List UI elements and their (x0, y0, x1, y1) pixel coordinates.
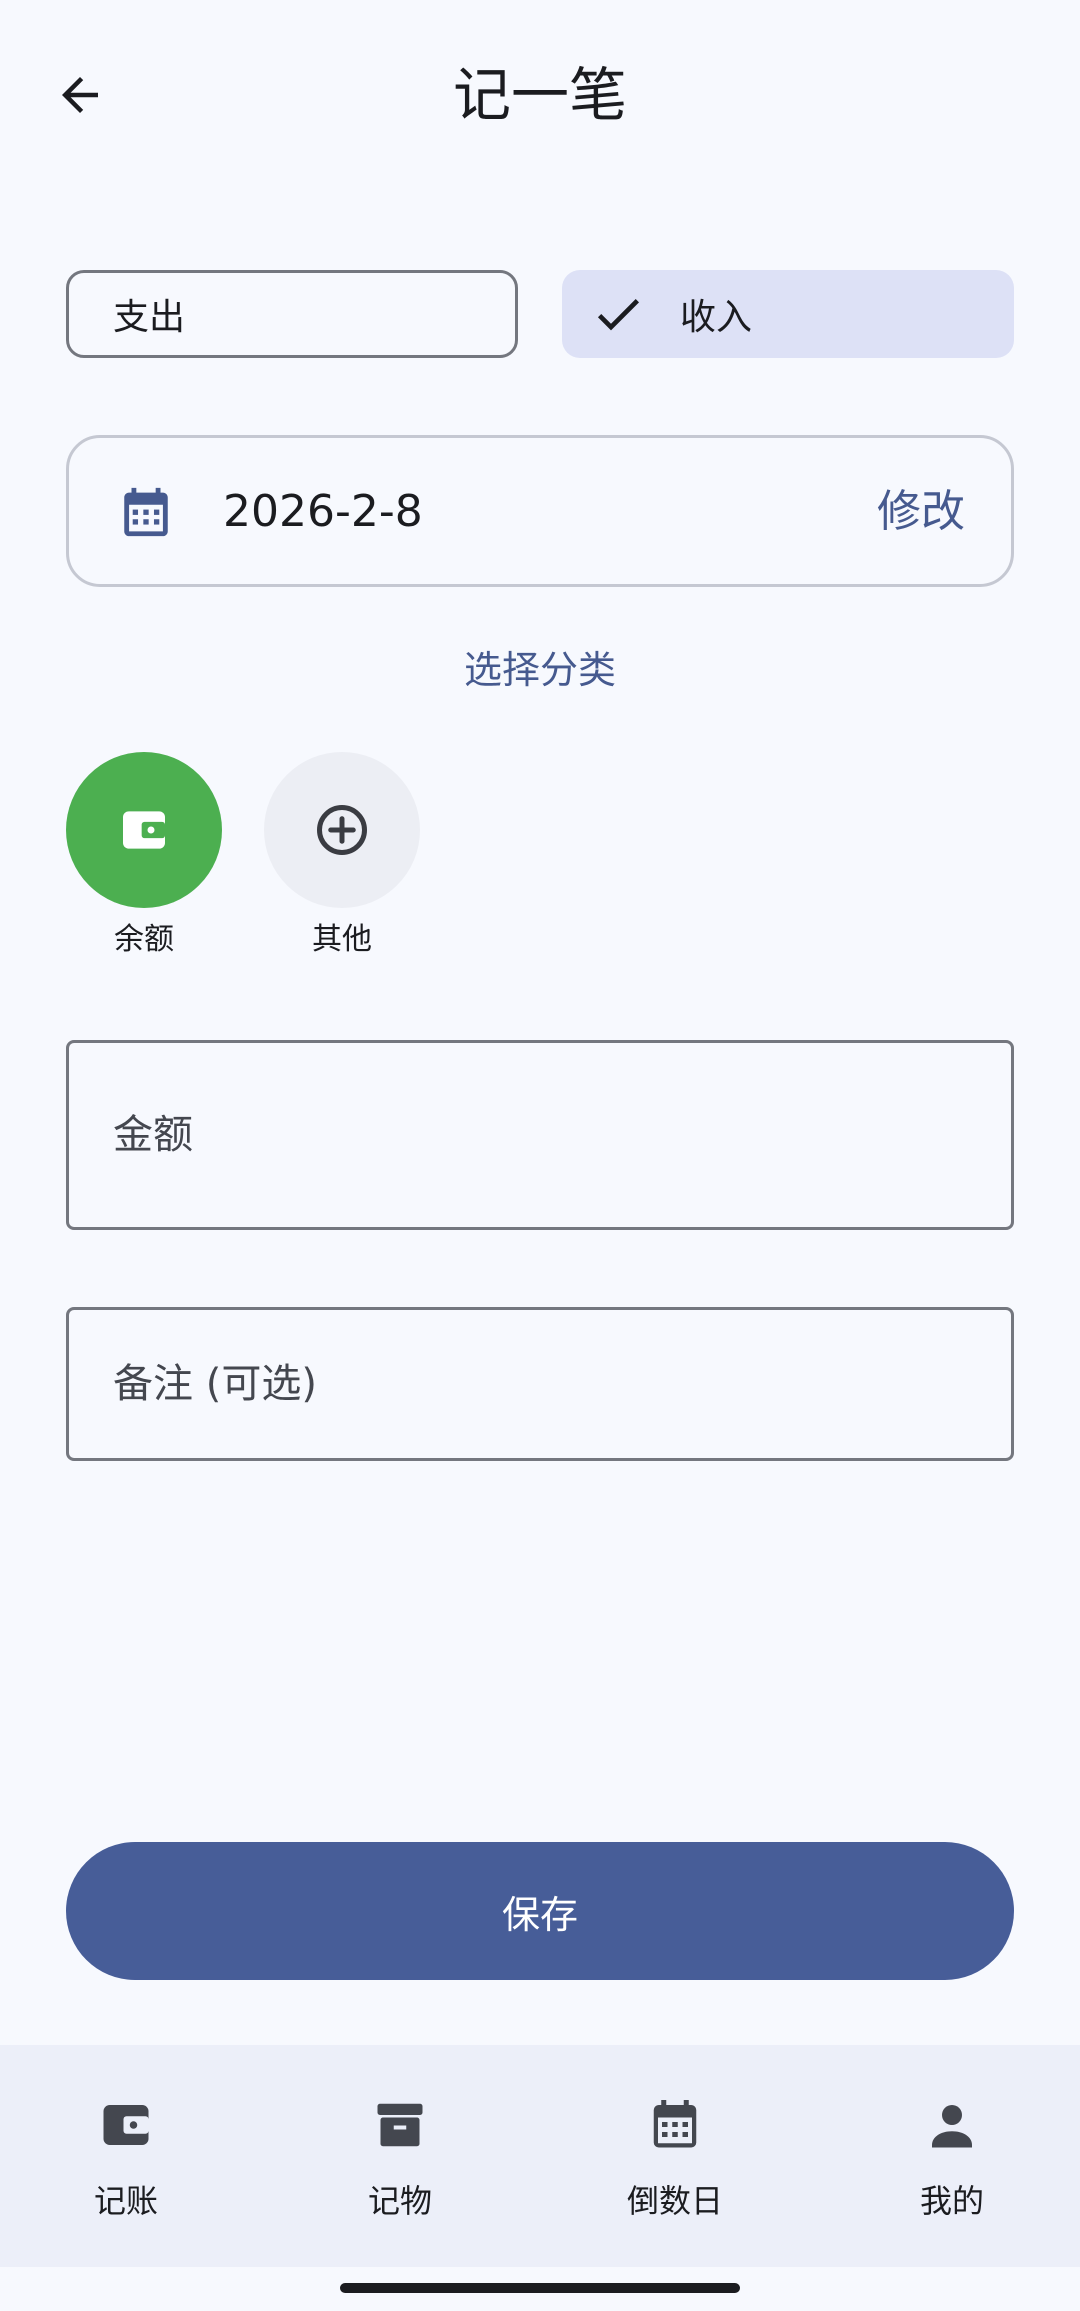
nav-label: 记物 (367, 2182, 432, 2220)
page-title: 记一笔 (452, 61, 627, 129)
home-indicator[interactable] (340, 2283, 740, 2293)
check-icon (597, 299, 639, 331)
category-item-balance[interactable]: 余额 (66, 752, 222, 962)
archive-box-icon (377, 2103, 423, 2147)
date-edit-link[interactable]: 修改 (877, 482, 965, 542)
category-section-title: 选择分类 (463, 648, 616, 692)
nav-item-ledger[interactable]: 记账 (26, 2095, 226, 2223)
income-label: 收入 (680, 297, 753, 338)
nav-label: 记账 (93, 2182, 158, 2220)
note-input[interactable] (69, 1310, 1011, 1458)
category-icon-circle (264, 752, 420, 908)
expense-label: 支出 (113, 297, 186, 338)
person-icon (932, 2105, 972, 2148)
category-label: 余额 (114, 922, 174, 957)
add-circle-icon (317, 805, 367, 855)
date-value: 2026-2-8 (223, 486, 423, 537)
wallet-icon (103, 2105, 149, 2145)
expense-toggle-button[interactable]: 支出 (66, 270, 518, 358)
note-field[interactable] (66, 1307, 1014, 1461)
income-toggle-button[interactable]: 收入 (562, 270, 1014, 358)
amount-field[interactable] (66, 1040, 1014, 1230)
nav-label: 倒数日 (626, 2182, 723, 2220)
bottom-navigation: 记账 记物 倒数日 我的 (0, 2045, 1080, 2267)
amount-input[interactable] (69, 1043, 1011, 1227)
save-button[interactable]: 保存 (66, 1842, 1014, 1980)
calendar-icon (124, 487, 168, 537)
nav-item-records[interactable]: 记物 (300, 2095, 500, 2223)
wallet-icon (123, 811, 165, 849)
calendar-icon (653, 2100, 697, 2148)
category-label: 其他 (312, 922, 372, 957)
nav-item-mine[interactable]: 我的 (852, 2095, 1052, 2223)
category-icon-circle (66, 752, 222, 908)
date-selector[interactable]: 2026-2-8 修改 (66, 435, 1014, 587)
category-item-other[interactable]: 其他 (264, 752, 420, 962)
nav-label: 我的 (919, 2182, 984, 2220)
nav-item-countdown[interactable]: 倒数日 (575, 2095, 775, 2223)
